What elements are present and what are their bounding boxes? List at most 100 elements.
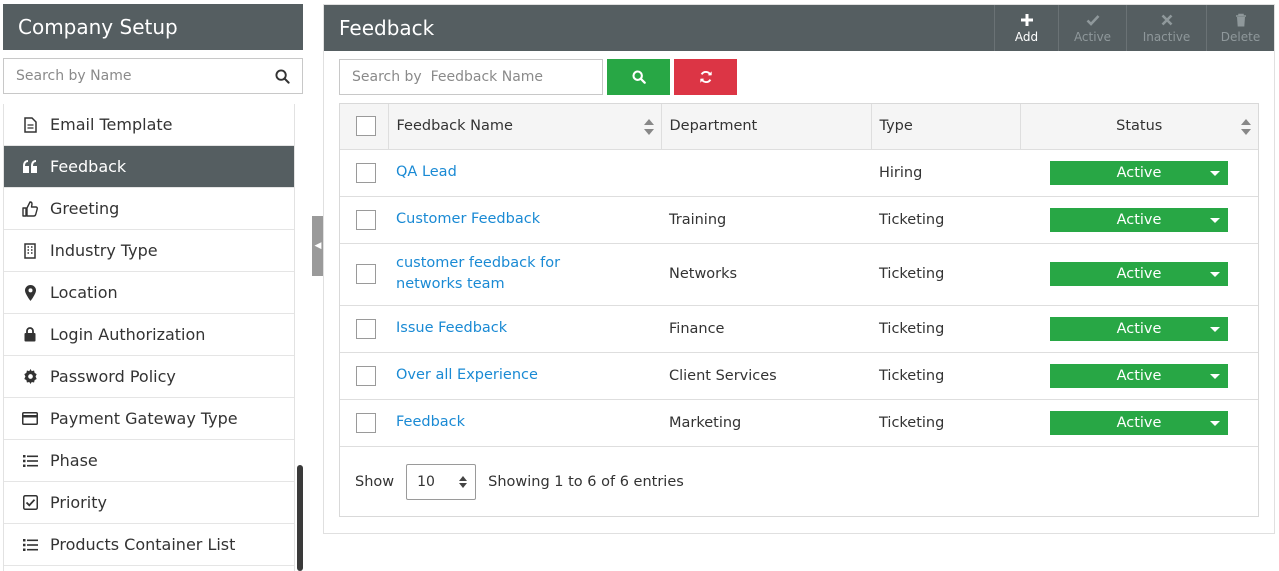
sidebar-item-label: Location: [50, 283, 118, 302]
sidebar-item-label: Industry Type: [50, 241, 158, 260]
page-size-select[interactable]: 10: [406, 464, 477, 500]
sort-icon[interactable]: [643, 118, 655, 136]
sidebar-item-priority[interactable]: Priority: [4, 482, 294, 524]
feedback-name-link[interactable]: Issue Feedback: [396, 318, 661, 339]
status-dropdown[interactable]: Active: [1050, 363, 1228, 388]
department-cell: Marketing: [661, 399, 871, 447]
status-dropdown[interactable]: Active: [1050, 160, 1228, 185]
caret-down-icon: [1210, 326, 1220, 332]
sidebar-item-label: Phase: [50, 451, 98, 470]
trash-icon: [1235, 13, 1246, 26]
status-dropdown[interactable]: Active: [1050, 262, 1228, 286]
caret-down-icon: [1210, 217, 1220, 223]
feedback-panel: Feedback Add Active Inactive Delete Sear…: [323, 4, 1275, 534]
row-checkbox[interactable]: [356, 209, 376, 230]
column-header-feedback-name[interactable]: Feedback Name: [388, 104, 662, 150]
type-cell: Hiring: [871, 149, 1020, 197]
thumbs-up-icon: [22, 200, 38, 217]
sidebar-item-industry-type[interactable]: Industry Type: [4, 230, 294, 272]
feedback-search-input[interactable]: [340, 60, 602, 94]
sidebar-item-feedback[interactable]: Feedback: [4, 146, 294, 188]
delete-button[interactable]: Delete: [1206, 5, 1274, 51]
table-row: Feedback Marketing Ticketing Active: [340, 399, 1258, 447]
row-checkbox[interactable]: [356, 318, 376, 339]
list-icon: [22, 537, 38, 553]
sidebar-search: [3, 58, 303, 94]
sidebar-item-products-container-list[interactable]: Products Container List: [4, 524, 294, 566]
sort-icon[interactable]: [1240, 118, 1252, 136]
chevron-left-icon: ◀: [314, 241, 322, 251]
status-dropdown[interactable]: Active: [1050, 316, 1228, 341]
entries-info: Showing 1 to 6 of 6 entries: [488, 474, 684, 490]
sidebar-item-label: Feedback: [50, 157, 127, 176]
checkbox-icon: [22, 495, 38, 511]
active-button[interactable]: Active: [1058, 5, 1126, 51]
sidebar-item-location[interactable]: Location: [4, 272, 294, 314]
sidebar-item-label: Login Authorization: [50, 325, 206, 344]
type-cell: Ticketing: [871, 352, 1020, 400]
show-label: Show: [355, 474, 395, 490]
credit-card-icon: [22, 411, 38, 427]
feedback-name-link[interactable]: customer feedback for networks team: [396, 253, 661, 295]
department-cell: Finance: [661, 305, 871, 353]
type-cell: Ticketing: [871, 243, 1020, 306]
table-row: Issue Feedback Finance Ticketing Active: [340, 305, 1258, 353]
feedback-search: [339, 59, 603, 95]
table-row: Over all Experience Client Services Tick…: [340, 352, 1258, 400]
sidebar-item-password-policy[interactable]: Password Policy: [4, 356, 294, 398]
caret-down-icon: [1210, 272, 1220, 277]
search-icon[interactable]: [275, 69, 290, 84]
feedback-name-link[interactable]: Customer Feedback: [396, 209, 661, 230]
spinner-arrows-icon: [459, 476, 468, 488]
column-header-status[interactable]: Status: [1020, 104, 1258, 150]
row-checkbox[interactable]: [356, 162, 376, 183]
type-cell: Ticketing: [871, 196, 1020, 244]
status-dropdown[interactable]: Active: [1050, 207, 1228, 232]
sidebar-scrollbar-thumb[interactable]: [297, 465, 303, 571]
sidebar-item-label: Password Policy: [50, 367, 176, 386]
type-cell: Ticketing: [871, 399, 1020, 447]
table-footer: Show 10 Showing 1 to 6 of 6 entries: [340, 448, 1258, 516]
column-header-department: Department: [661, 104, 872, 150]
search-button[interactable]: [607, 59, 670, 95]
add-button[interactable]: Add: [994, 5, 1058, 51]
sidebar-item-email-template[interactable]: Email Template: [4, 104, 294, 146]
sidebar-item-label: Payment Gateway Type: [50, 409, 238, 428]
sidebar-nav: Email Template Feedback Greeting Industr…: [3, 104, 295, 571]
sidebar-item-greeting[interactable]: Greeting: [4, 188, 294, 230]
department-cell: Networks: [661, 243, 871, 306]
feedback-table: Feedback Name Department Type Status QA …: [339, 103, 1259, 517]
select-all-cell: [340, 104, 389, 150]
company-setup-title: Company Setup: [3, 4, 303, 50]
select-all-checkbox[interactable]: [356, 116, 376, 137]
feedback-name-link[interactable]: Over all Experience: [396, 365, 661, 386]
row-checkbox[interactable]: [356, 264, 376, 284]
row-checkbox[interactable]: [356, 365, 376, 386]
refresh-icon: [699, 70, 712, 84]
sidebar-item-label: Greeting: [50, 199, 120, 218]
table-row: QA Lead Hiring Active: [340, 149, 1258, 197]
search-icon: [631, 70, 646, 84]
sidebar-item-login-authorization[interactable]: Login Authorization: [4, 314, 294, 356]
inactive-button[interactable]: Inactive: [1126, 5, 1206, 51]
sidebar-item-phase[interactable]: Phase: [4, 440, 294, 482]
row-checkbox[interactable]: [356, 412, 376, 433]
sidebar-search-input[interactable]: [4, 59, 264, 93]
sidebar-item-label: Products Container List: [50, 535, 236, 554]
column-header-type: Type: [871, 104, 1021, 150]
department-cell: Training: [661, 196, 871, 244]
status-dropdown[interactable]: Active: [1050, 410, 1228, 435]
feedback-name-link[interactable]: Feedback: [396, 412, 661, 433]
map-pin-icon: [22, 284, 38, 301]
caret-down-icon: [1210, 373, 1220, 379]
refresh-button[interactable]: [674, 59, 737, 95]
feedback-name-link[interactable]: QA Lead: [396, 162, 661, 183]
plus-icon: [1020, 13, 1033, 26]
lock-icon: [22, 327, 38, 343]
table-row: customer feedback for networks team Netw…: [340, 243, 1258, 306]
panel-header: Feedback Add Active Inactive Delete: [324, 5, 1274, 51]
sidebar-item-payment-gateway-type[interactable]: Payment Gateway Type: [4, 398, 294, 440]
quote-icon: [22, 159, 38, 175]
sidebar-item-label: Priority: [50, 493, 107, 512]
table-header-row: Feedback Name Department Type Status: [340, 104, 1258, 150]
